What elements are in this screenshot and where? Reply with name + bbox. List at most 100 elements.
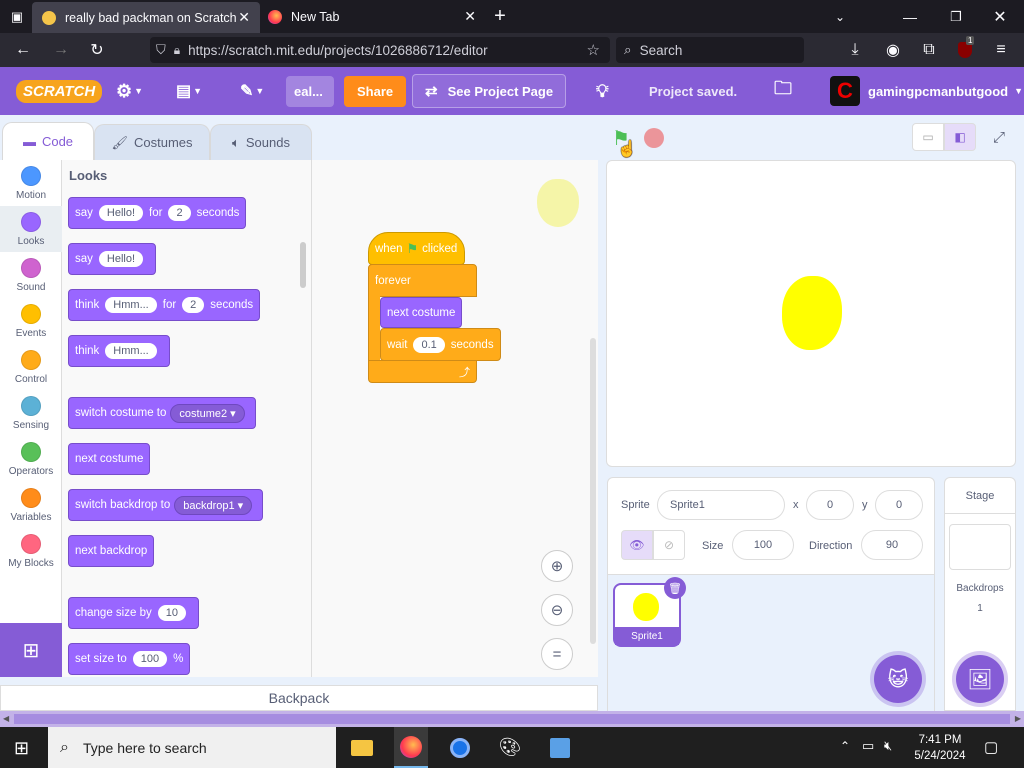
scrollbar-thumb[interactable] — [14, 714, 1010, 724]
palette-scrollbar[interactable] — [300, 242, 306, 288]
scroll-left-icon[interactable]: ◀ — [3, 714, 9, 723]
switch-backdrop-block[interactable]: switch backdrop to backdrop1 ▾ — [68, 489, 264, 521]
think-block[interactable]: think Hmm... — [68, 335, 170, 367]
volume-muted-icon[interactable]: 🔇︎ — [884, 738, 892, 754]
extensions-icon[interactable]: ⧉ — [916, 33, 942, 67]
see-project-page-button[interactable]: ⇄ See Project Page — [412, 67, 567, 115]
minimize-icon[interactable]: — — [898, 0, 922, 33]
new-tab-icon[interactable]: + — [488, 0, 512, 33]
category-variables[interactable]: Variables — [0, 482, 62, 528]
fullscreen-button[interactable]: ⤢ — [984, 123, 1014, 151]
window-close-icon[interactable]: ✕ — [988, 0, 1012, 33]
edit-menu-icon[interactable]: ✎ ▼ — [240, 67, 264, 115]
sprite-tile-selected[interactable]: Sprite1 🗑︎ — [613, 577, 686, 647]
think-for-block[interactable]: think Hmm... for 2 seconds — [68, 289, 261, 321]
my-stuff-folder-icon[interactable]: 🗀 — [774, 67, 792, 115]
stage-canvas[interactable] — [606, 160, 1016, 467]
app-taskbar-icon[interactable] — [544, 727, 576, 768]
y-input[interactable]: 0 — [875, 490, 923, 520]
account-icon[interactable]: ◉ — [880, 33, 906, 67]
project-title-input[interactable]: eal... — [286, 67, 334, 115]
browser-tab-active[interactable]: really bad packman on Scratch ✕ — [32, 2, 260, 33]
file-explorer-icon[interactable] — [346, 727, 378, 768]
x-input[interactable]: 0 — [806, 490, 854, 520]
category-looks[interactable]: Looks — [0, 206, 62, 252]
wait-block[interactable]: wait 0.1 seconds — [380, 328, 501, 361]
page-horizontal-scrollbar[interactable]: ◀ ▶ — [0, 711, 1024, 727]
tab-code[interactable]: ▬ Code — [2, 122, 94, 160]
delete-sprite-button[interactable]: 🗑︎ — [664, 577, 686, 599]
set-size-block[interactable]: set size to 100% — [68, 643, 191, 675]
firefox-taskbar-icon[interactable] — [394, 727, 428, 768]
file-menu-icon[interactable]: ▤ ▼ — [176, 67, 202, 115]
close-tab-icon[interactable]: ✕ — [464, 8, 476, 25]
forever-block[interactable]: forever — [368, 264, 477, 297]
back-icon[interactable]: ← — [10, 33, 36, 67]
sprite-name-input[interactable]: Sprite1 — [657, 490, 785, 520]
settings-gear-icon[interactable]: ⚙ ▼ — [116, 67, 143, 115]
direction-input[interactable]: 90 — [861, 530, 923, 560]
stage-selector[interactable]: Stage Backdrops 1 🖼︎ — [944, 477, 1016, 711]
backpack[interactable]: Backpack — [0, 685, 598, 711]
large-stage-button[interactable]: ◧ — [944, 123, 976, 151]
stop-button[interactable] — [644, 128, 664, 148]
zoom-reset-button[interactable]: = — [541, 638, 573, 670]
paint-taskbar-icon[interactable]: 🎨︎ — [494, 727, 526, 768]
sprite-yellow-blob[interactable] — [782, 276, 842, 350]
hide-sprite-button[interactable]: ⊘ — [653, 530, 685, 560]
taskbar-search-box[interactable]: ⌕ Type here to search — [48, 727, 336, 768]
tab-sounds[interactable]: 🔈︎ Sounds — [210, 124, 312, 160]
small-stage-button[interactable]: ▭ — [912, 123, 944, 151]
category-control[interactable]: Control — [0, 344, 62, 390]
category-sensing[interactable]: Sensing — [0, 390, 62, 436]
menu-icon[interactable]: ≡ — [988, 33, 1014, 67]
browser-tab[interactable]: New Tab ✕ — [258, 0, 486, 33]
switch-costume-block[interactable]: switch costume to costume2 ▾ — [68, 397, 256, 429]
add-extension-button[interactable]: ⊞ — [0, 623, 62, 677]
tab-costumes[interactable]: 🖌︎ Costumes — [94, 124, 210, 160]
category-events[interactable]: Events — [0, 298, 62, 344]
say-block[interactable]: say Hello! — [68, 243, 157, 275]
notifications-icon[interactable]: ▢ — [984, 738, 998, 756]
size-input[interactable]: 100 — [732, 530, 794, 560]
close-tab-icon[interactable]: ✕ — [238, 9, 250, 26]
address-bar[interactable]: ⛉ 🔒︎ https://scratch.mit.edu/projects/10… — [150, 37, 610, 63]
theme-lightbulb-icon[interactable]: 💡︎ — [596, 67, 609, 115]
search-bar[interactable]: ⌕ Search — [616, 37, 804, 63]
backdrop-thumbnail[interactable] — [949, 524, 1011, 570]
reload-icon[interactable]: ↻ — [84, 33, 110, 67]
chrome-taskbar-icon[interactable] — [444, 727, 476, 768]
say-for-block[interactable]: say Hello! for 2 seconds — [68, 197, 247, 229]
next-costume-block[interactable]: next costume — [68, 443, 151, 475]
change-size-block[interactable]: change size by 10 — [68, 597, 199, 629]
list-all-tabs-icon[interactable]: ⌄ — [828, 0, 852, 33]
account-menu[interactable]: C gamingpcmanbutgood ▼ — [830, 67, 1023, 115]
category-operators[interactable]: Operators — [0, 436, 62, 482]
category-motion[interactable]: Motion — [0, 160, 62, 206]
restore-icon[interactable]: ❐ — [944, 0, 968, 33]
next-backdrop-block[interactable]: next backdrop — [68, 535, 155, 567]
when-flag-clicked-block[interactable]: when ⚑ clicked — [368, 232, 465, 265]
show-sprite-button[interactable]: 👁︎ — [621, 530, 653, 560]
forward-icon[interactable]: → — [48, 33, 74, 67]
add-sprite-button[interactable]: 😺︎ — [874, 655, 922, 703]
script-scrollbar[interactable] — [590, 338, 596, 644]
scratch-logo[interactable]: SCRATCH — [16, 67, 103, 115]
tab-list-icon[interactable]: ▣ — [6, 0, 28, 33]
share-button[interactable]: Share — [344, 67, 407, 115]
downloads-icon[interactable]: ⤓ — [842, 33, 868, 67]
category-my-blocks[interactable]: My Blocks — [0, 528, 62, 574]
add-backdrop-button[interactable]: 🖼︎ — [956, 655, 1004, 703]
next-costume-script-block[interactable]: next costume — [380, 297, 463, 328]
ublock-icon[interactable]: 1 — [952, 33, 978, 67]
clock[interactable]: 7:41 PM 5/24/2024 — [908, 732, 972, 764]
network-icon[interactable]: ▭ — [862, 738, 874, 754]
show-hidden-icons[interactable]: ⌃ — [840, 739, 850, 753]
windows-start-icon[interactable]: ⊞ — [14, 738, 29, 759]
zoom-in-button[interactable]: ⊕ — [541, 550, 573, 582]
scroll-right-icon[interactable]: ▶ — [1015, 714, 1021, 723]
category-sound[interactable]: Sound — [0, 252, 62, 298]
zoom-out-button[interactable]: ⊖ — [541, 594, 573, 626]
bookmark-star-icon[interactable]: ☆ — [587, 41, 600, 59]
lock-icon[interactable]: 🔒︎ — [174, 43, 180, 58]
